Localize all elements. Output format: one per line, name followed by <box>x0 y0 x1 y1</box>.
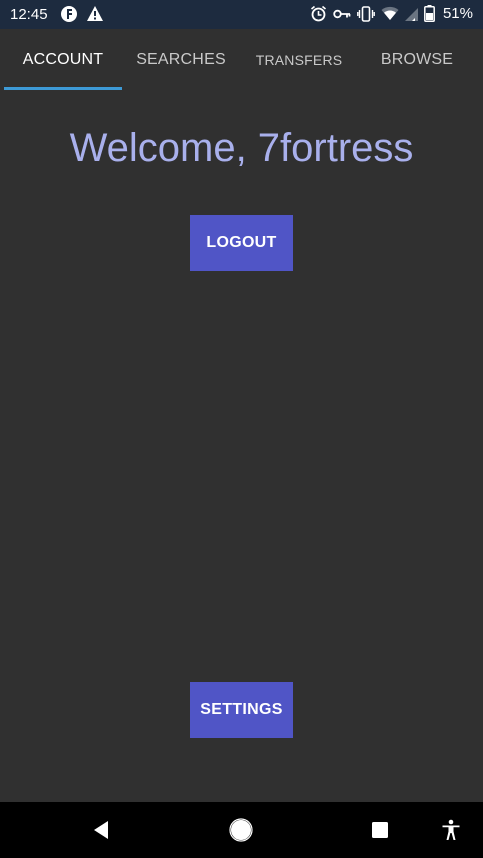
recents-icon <box>371 821 389 839</box>
tab-bar: ACCOUNT SEARCHES TRANSFERS BROWSE <box>0 29 483 90</box>
status-time: 12:45 <box>10 6 48 23</box>
settings-button[interactable]: SETTINGS <box>190 682 293 738</box>
welcome-heading: Welcome, 7fortress <box>69 126 414 170</box>
status-left-icons <box>60 5 104 23</box>
app-screen: 12:45 51% ACCOUNT SEARCHES TRANSFERS BRO… <box>0 0 483 858</box>
system-nav-bar <box>0 802 483 858</box>
recents-button[interactable] <box>359 802 401 858</box>
accessibility-icon <box>441 819 461 841</box>
notification-f-icon <box>60 5 78 23</box>
tab-browse[interactable]: BROWSE <box>358 29 476 90</box>
warning-icon <box>86 5 104 23</box>
tab-account[interactable]: ACCOUNT <box>4 29 122 90</box>
status-right-icons: 51% <box>310 5 473 22</box>
accessibility-button[interactable] <box>430 802 472 858</box>
status-bar: 12:45 51% <box>0 0 483 29</box>
home-icon <box>229 818 253 842</box>
battery-percent: 51% <box>442 5 473 22</box>
back-icon <box>91 820 111 840</box>
back-button[interactable] <box>80 802 122 858</box>
tab-transfers[interactable]: TRANSFERS <box>240 29 358 90</box>
wifi-icon <box>381 6 399 21</box>
vpn-key-icon <box>333 8 351 20</box>
tab-searches[interactable]: SEARCHES <box>122 29 240 90</box>
alarm-icon <box>310 5 327 22</box>
battery-icon <box>424 5 435 22</box>
home-button[interactable] <box>220 802 262 858</box>
vibrate-icon <box>357 5 375 22</box>
logout-button[interactable]: LOGOUT <box>190 215 293 271</box>
signal-icon <box>404 6 418 21</box>
